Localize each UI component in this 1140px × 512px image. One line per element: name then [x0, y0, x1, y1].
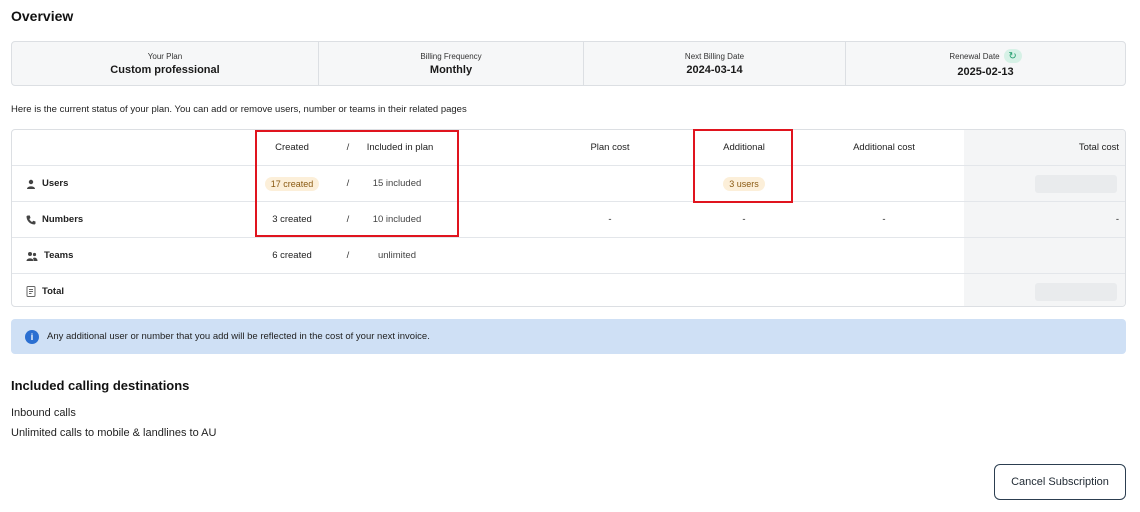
users-total-placeholder	[1035, 175, 1117, 193]
numbers-slash: /	[346, 214, 350, 225]
numbers-created: 3 created	[272, 214, 312, 225]
next-billing-cell: Next Billing Date 2024-03-14	[584, 42, 846, 85]
plan-cell: Your Plan Custom professional	[12, 42, 319, 85]
teams-included: unlimited	[377, 250, 417, 261]
plan-usage-table: Created / Included in plan Plan cost Add…	[11, 129, 1126, 307]
row-label-numbers: Numbers	[42, 214, 84, 225]
numbers-additional: -	[742, 214, 746, 225]
next-billing-label: Next Billing Date	[684, 51, 745, 61]
info-text: Any additional user or number that you a…	[47, 331, 430, 342]
teams-created: 6 created	[272, 250, 312, 261]
total-cost-placeholder	[1035, 283, 1117, 301]
cancel-subscription-button[interactable]: Cancel Subscription	[994, 464, 1126, 500]
destination-item: Inbound calls	[11, 407, 76, 419]
numbers-total: -	[1115, 214, 1119, 225]
header-slash: /	[346, 142, 350, 153]
row-label-users: Users	[42, 178, 69, 189]
user-icon	[26, 179, 36, 189]
users-additional-chip: 3 users	[723, 176, 765, 191]
teams-slash: /	[346, 250, 350, 261]
table-row: Teams 6 created / unlimited	[12, 238, 1125, 274]
team-icon	[26, 251, 38, 261]
table-row: Total	[12, 274, 1125, 306]
header-included: Included in plan	[366, 142, 434, 153]
destination-item: Unlimited calls to mobile & landlines to…	[11, 427, 217, 439]
numbers-included: 10 included	[372, 214, 422, 225]
billing-frequency-value: Monthly	[429, 63, 473, 76]
receipt-icon	[26, 286, 36, 297]
calling-destinations-title: Included calling destinations	[11, 378, 190, 393]
users-slash: /	[346, 178, 350, 189]
plan-label: Your Plan	[147, 51, 183, 61]
numbers-plan-cost: -	[608, 214, 612, 225]
header-total-cost: Total cost	[1078, 142, 1119, 153]
phone-icon	[26, 215, 36, 225]
next-billing-value: 2024-03-14	[686, 63, 743, 76]
table-row: Users 17 created / 15 included 3 users	[12, 166, 1125, 202]
users-included: 15 included	[372, 178, 422, 189]
plan-summary: Your Plan Custom professional Billing Fr…	[11, 41, 1126, 86]
refresh-icon[interactable]: ↻	[1003, 49, 1022, 63]
row-label-total: Total	[42, 286, 64, 297]
row-label-teams: Teams	[44, 250, 74, 261]
renewal-value: 2025-02-13	[957, 66, 1014, 78]
header-plan-cost: Plan cost	[590, 142, 630, 153]
renewal-cell: Renewal Date ↻ 2025-02-13	[846, 42, 1125, 85]
header-additional-cost: Additional cost	[853, 142, 915, 153]
header-additional: Additional	[723, 142, 765, 153]
plan-status-text: Here is the current status of your plan.…	[11, 104, 467, 115]
billing-frequency-label: Billing Frequency	[420, 51, 482, 61]
table-row: Numbers 3 created / 10 included - - - -	[12, 202, 1125, 238]
numbers-additional-cost: -	[882, 214, 886, 225]
renewal-label: Renewal Date	[949, 51, 1000, 61]
billing-frequency-cell: Billing Frequency Monthly	[319, 42, 584, 85]
plan-value: Custom professional	[110, 63, 220, 76]
page-title: Overview	[11, 8, 74, 24]
info-icon: i	[25, 329, 39, 344]
table-header-row: Created / Included in plan Plan cost Add…	[12, 130, 1125, 166]
info-banner: i Any additional user or number that you…	[11, 319, 1126, 354]
header-created: Created	[275, 142, 309, 153]
users-created-chip: 17 created	[264, 176, 320, 191]
